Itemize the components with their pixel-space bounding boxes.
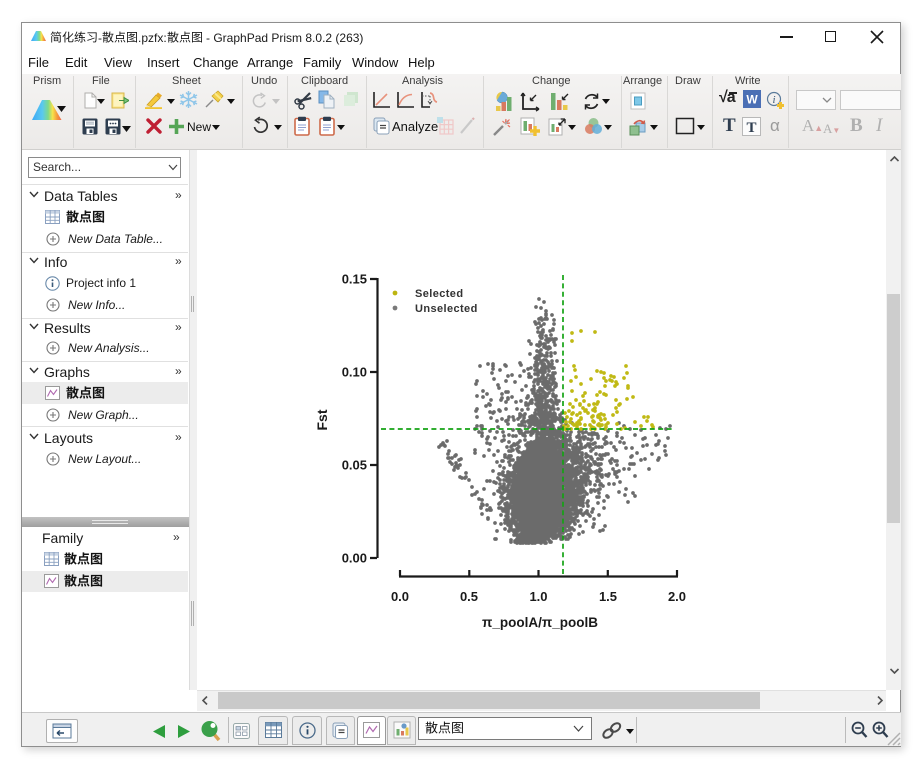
svg-text:0.0: 0.0: [391, 589, 409, 604]
svg-text:1.0: 1.0: [529, 589, 547, 604]
svg-text:2.0: 2.0: [668, 589, 686, 604]
svg-text:0.5: 0.5: [460, 589, 478, 604]
svg-text:Unselected: Unselected: [415, 303, 478, 315]
svg-text:Selected: Selected: [415, 288, 463, 300]
svg-text:π_poolA/π_poolB: π_poolA/π_poolB: [482, 615, 598, 630]
svg-text:1.5: 1.5: [599, 589, 617, 604]
svg-text:0.05: 0.05: [342, 458, 367, 473]
svg-text:Fst: Fst: [314, 409, 330, 430]
svg-text:W: W: [746, 93, 758, 107]
svg-text:0.10: 0.10: [342, 365, 367, 380]
svg-text:0.00: 0.00: [342, 551, 367, 566]
svg-text:T: T: [746, 120, 756, 136]
svg-text:i: i: [772, 94, 775, 106]
svg-text:0.15: 0.15: [342, 272, 367, 287]
